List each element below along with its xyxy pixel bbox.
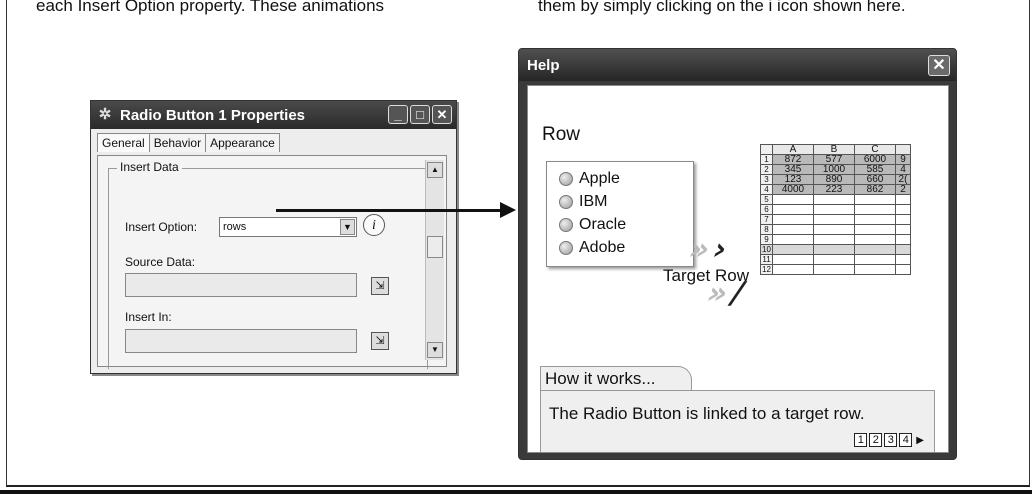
scroll-up-icon[interactable]: ▲ [427,162,443,178]
help-titlebar[interactable]: Help ✕ [519,49,956,81]
pager: 1 2 3 4 ▶ [854,433,924,447]
page-button[interactable]: 1 [854,433,868,447]
sheet-target-row: 10 [760,244,911,255]
bottom-rule [0,490,1032,494]
minimize-button[interactable]: _ [388,105,408,124]
sheet-row: 2 345 1000 585 4 [760,164,911,175]
properties-window: ✲ Radio Button 1 Properties _ □ ✕ Genera… [90,100,457,374]
radio-label: IBM [579,193,608,210]
column-header: B [813,144,855,155]
insert-option-value: rows [223,221,247,233]
sheet-row: 6 [760,204,911,215]
target-row-label: Target Row [663,266,749,285]
sheet-row: 3 123 890 660 2( [760,174,911,185]
sheet-row: 1 872 577 6000 9 [760,154,911,165]
radio-label: Apple [579,170,620,187]
page-button[interactable]: 4 [899,433,913,447]
sheet-row: 9 [760,234,911,245]
radio-icon [559,241,573,255]
sheet-row: 12 [760,264,911,275]
help-section-title: Row [542,124,581,145]
sheet-row: 8 [760,224,911,235]
how-it-works-tab[interactable]: How it works... [540,366,692,390]
insert-data-legend: Insert Data [117,160,182,174]
radio-icon [559,195,573,209]
radio-option[interactable]: IBM [559,193,607,211]
vertical-scrollbar[interactable]: ▲ ▼ [425,160,444,360]
radio-icon [559,218,573,232]
properties-titlebar[interactable]: ✲ Radio Button 1 Properties _ □ ✕ [91,101,456,129]
maximize-button[interactable]: □ [410,105,430,124]
help-window: Help ✕ Row Apple IBM Oracle Adobe » › » … [518,48,957,460]
source-data-field[interactable] [125,273,357,297]
page-button[interactable]: 3 [884,433,898,447]
insert-in-label: Insert In: [125,310,172,324]
arrow-head-icon [500,202,516,218]
page-button[interactable]: 2 [869,433,883,447]
tab-appearance[interactable]: Appearance [205,133,280,152]
sheet-header-row: A B C [760,144,911,155]
radio-button-group: Apple IBM Oracle Adobe [546,161,694,267]
help-body: Row Apple IBM Oracle Adobe » › » / Targe… [527,85,949,453]
insert-option-select[interactable]: rows ▼ [219,217,357,237]
scroll-down-icon[interactable]: ▼ [427,342,443,358]
properties-title: Radio Button 1 Properties [120,106,306,124]
tab-behavior[interactable]: Behavior [148,133,207,152]
radio-label: Adobe [579,239,626,256]
source-data-label: Source Data: [125,255,196,269]
how-it-works-text: The Radio Button is linked to a target r… [549,404,865,423]
properties-tabs: General Behavior Appearance [91,129,456,152]
radio-option[interactable]: Oracle [559,216,626,234]
radio-icon [559,172,573,186]
column-header: C [854,144,896,155]
insert-data-group: Insert Data Insert Option: rows ▼ i Sour… [108,160,428,369]
info-icon[interactable]: i [363,214,385,236]
sheet-row: 5 [760,194,911,205]
sheet-row: 4 4000 223 862 2 [760,184,911,195]
intro-text-right: them by simply clicking on the i icon sh… [538,0,906,15]
spreadsheet-illustration: A B C 1 872 577 6000 9 2 345 1000 585 4 3 123 890 6… [760,144,911,275]
sheet-row: 7 [760,214,911,225]
close-button[interactable]: ✕ [432,105,452,124]
source-data-picker-icon[interactable]: ⇲ [371,277,389,295]
app-logo-icon: ✲ [98,106,112,123]
scroll-thumb[interactable] [427,236,443,258]
insert-option-label: Insert Option: [125,220,198,234]
tab-general[interactable]: General [97,133,150,152]
radio-option[interactable]: Apple [559,170,620,188]
arrow-connector [276,209,502,212]
intro-text-left: each Insert Option property. These anima… [36,0,385,15]
next-page-icon[interactable]: ▶ [916,435,924,446]
help-title: Help [527,57,560,74]
insert-in-field[interactable] [125,329,357,353]
radio-option[interactable]: Adobe [559,239,625,257]
insert-in-picker-icon[interactable]: ⇲ [371,332,389,350]
chevron-down-icon[interactable]: ▼ [340,219,355,235]
general-panel: Insert Data Insert Option: rows ▼ i Sour… [97,155,447,369]
sheet-row: 11 [760,254,911,265]
radio-label: Oracle [579,216,627,233]
help-close-button[interactable]: ✕ [928,55,950,76]
how-it-works-panel: The Radio Button is linked to a target r… [540,390,935,452]
column-header: A [772,144,814,155]
